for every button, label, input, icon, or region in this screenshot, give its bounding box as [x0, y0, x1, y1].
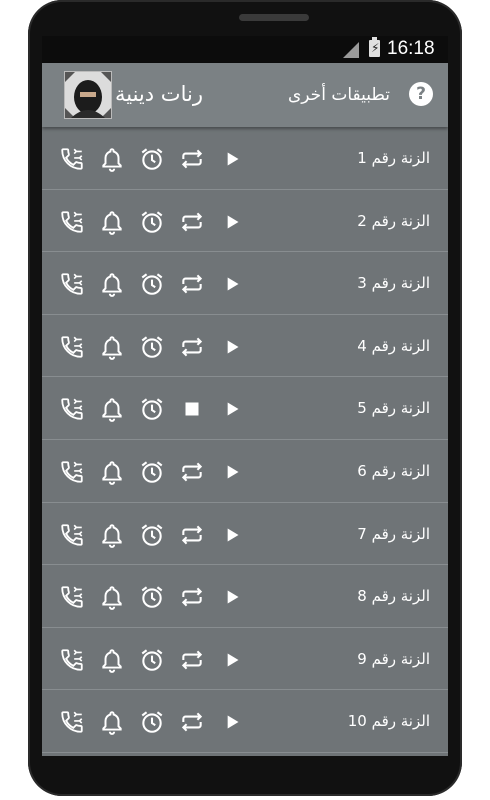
repeat-icon[interactable]: [179, 709, 205, 735]
set-notification-bell-icon[interactable]: [99, 146, 125, 172]
play-icon[interactable]: [219, 459, 245, 485]
app-logo-image: [65, 72, 111, 118]
ringtone-label: الزنة رقم 3: [357, 274, 430, 293]
set-alarm-clock-icon[interactable]: [139, 209, 165, 235]
play-icon[interactable]: [219, 334, 245, 360]
set-alarm-clock-icon[interactable]: [139, 459, 165, 485]
ringtone-row[interactable]: الزنة رقم 2: [42, 190, 448, 253]
play-icon[interactable]: [219, 271, 245, 297]
ringtone-label: الزنة رقم 4: [357, 336, 430, 355]
set-notification-bell-icon[interactable]: [99, 396, 125, 423]
set-contact-ringtone-phone-icon[interactable]: [59, 647, 85, 673]
ringtone-label: الزنة رقم 8: [357, 587, 430, 606]
status-bar: ⚡ 16:18: [42, 36, 448, 63]
repeat-icon[interactable]: [179, 209, 205, 235]
set-alarm-clock-icon[interactable]: [139, 522, 165, 548]
ringtone-label: الزنة رقم 6: [357, 461, 430, 480]
ringtone-label: الزنة رقم 7: [357, 524, 430, 543]
set-alarm-clock-icon[interactable]: [139, 709, 165, 735]
other-apps-link[interactable]: تطبيقات أخرى: [288, 83, 390, 107]
set-contact-ringtone-phone-icon[interactable]: [59, 146, 85, 172]
ringtone-row[interactable]: الزنة رقم 3: [42, 252, 448, 315]
set-notification-bell-icon[interactable]: [99, 334, 125, 360]
repeat-icon[interactable]: [179, 334, 205, 360]
ringtone-row[interactable]: الزنة رقم 6: [42, 440, 448, 503]
ringtone-row[interactable]: الزنة رقم 7: [42, 503, 448, 566]
ringtone-label: الزنة رقم 9: [357, 649, 430, 668]
play-icon[interactable]: [219, 209, 245, 235]
play-icon[interactable]: [219, 709, 245, 735]
play-icon[interactable]: [219, 647, 245, 673]
set-notification-bell-icon[interactable]: [99, 584, 125, 611]
set-alarm-clock-icon[interactable]: [139, 271, 165, 297]
set-notification-bell-icon[interactable]: [99, 522, 125, 548]
ringtone-label: الزنة رقم 10: [347, 712, 430, 731]
ringtone-row[interactable]: الزنة رقم 9: [42, 628, 448, 691]
ringtone-label: الزنة رقم 1: [357, 149, 430, 167]
ringtone-label: الزنة رقم 5: [357, 399, 430, 418]
set-contact-ringtone-phone-icon[interactable]: [59, 522, 85, 548]
set-notification-bell-icon[interactable]: [99, 459, 125, 485]
ringtone-row[interactable]: الزنة رقم 4: [42, 315, 448, 378]
set-alarm-clock-icon[interactable]: [139, 584, 165, 610]
set-contact-ringtone-phone-icon[interactable]: [59, 459, 85, 485]
repeat-icon[interactable]: [179, 146, 205, 172]
set-contact-ringtone-phone-icon[interactable]: [59, 396, 85, 422]
status-clock: 16:18: [387, 38, 435, 59]
set-contact-ringtone-phone-icon[interactable]: [59, 584, 85, 610]
repeat-icon[interactable]: [179, 647, 205, 673]
ringtone-row[interactable]: الزنة رقم 5: [42, 377, 448, 440]
set-notification-bell-icon[interactable]: [99, 209, 125, 235]
set-contact-ringtone-phone-icon[interactable]: [59, 334, 85, 360]
set-alarm-clock-icon[interactable]: [139, 334, 165, 360]
repeat-icon[interactable]: [179, 271, 205, 297]
set-alarm-clock-icon[interactable]: [139, 146, 165, 172]
set-notification-bell-icon[interactable]: [99, 271, 125, 298]
ringtone-row[interactable]: الزنة رقم 1: [42, 127, 448, 190]
screen: ⚡ 16:18 رنات دينية تطبيقات أخرى ? الزنة …: [42, 36, 448, 756]
stop-icon[interactable]: [179, 396, 205, 422]
signal-icon: [343, 42, 359, 58]
play-icon[interactable]: [219, 522, 245, 548]
help-button[interactable]: ?: [409, 82, 433, 106]
set-contact-ringtone-phone-icon[interactable]: [59, 209, 85, 235]
set-alarm-clock-icon[interactable]: [139, 647, 165, 673]
app-title: رنات دينية: [115, 82, 203, 106]
ringtone-label: الزنة رقم 2: [357, 211, 430, 230]
set-notification-bell-icon[interactable]: [99, 647, 125, 673]
ringtone-row[interactable]: الزنة رقم 8: [42, 565, 448, 628]
repeat-icon[interactable]: [179, 522, 205, 548]
play-icon[interactable]: [219, 146, 245, 172]
app-logo[interactable]: [64, 71, 112, 119]
repeat-icon[interactable]: [179, 459, 205, 485]
play-icon[interactable]: [219, 584, 245, 610]
charging-icon: ⚡: [371, 41, 380, 55]
play-icon[interactable]: [219, 396, 245, 422]
set-alarm-clock-icon[interactable]: [139, 396, 165, 422]
ringtone-list: الزنة رقم 1 الزنة رقم 2 الزنة رقم 3 الزنة ر…: [42, 127, 448, 753]
repeat-icon[interactable]: [179, 584, 205, 610]
ringtone-row[interactable]: الزنة رقم 10: [42, 690, 448, 753]
set-notification-bell-icon[interactable]: [99, 709, 125, 736]
set-contact-ringtone-phone-icon[interactable]: [59, 271, 85, 297]
action-bar: رنات دينية تطبيقات أخرى ?: [42, 63, 448, 127]
phone-speaker: [239, 14, 309, 21]
set-contact-ringtone-phone-icon[interactable]: [59, 709, 85, 735]
